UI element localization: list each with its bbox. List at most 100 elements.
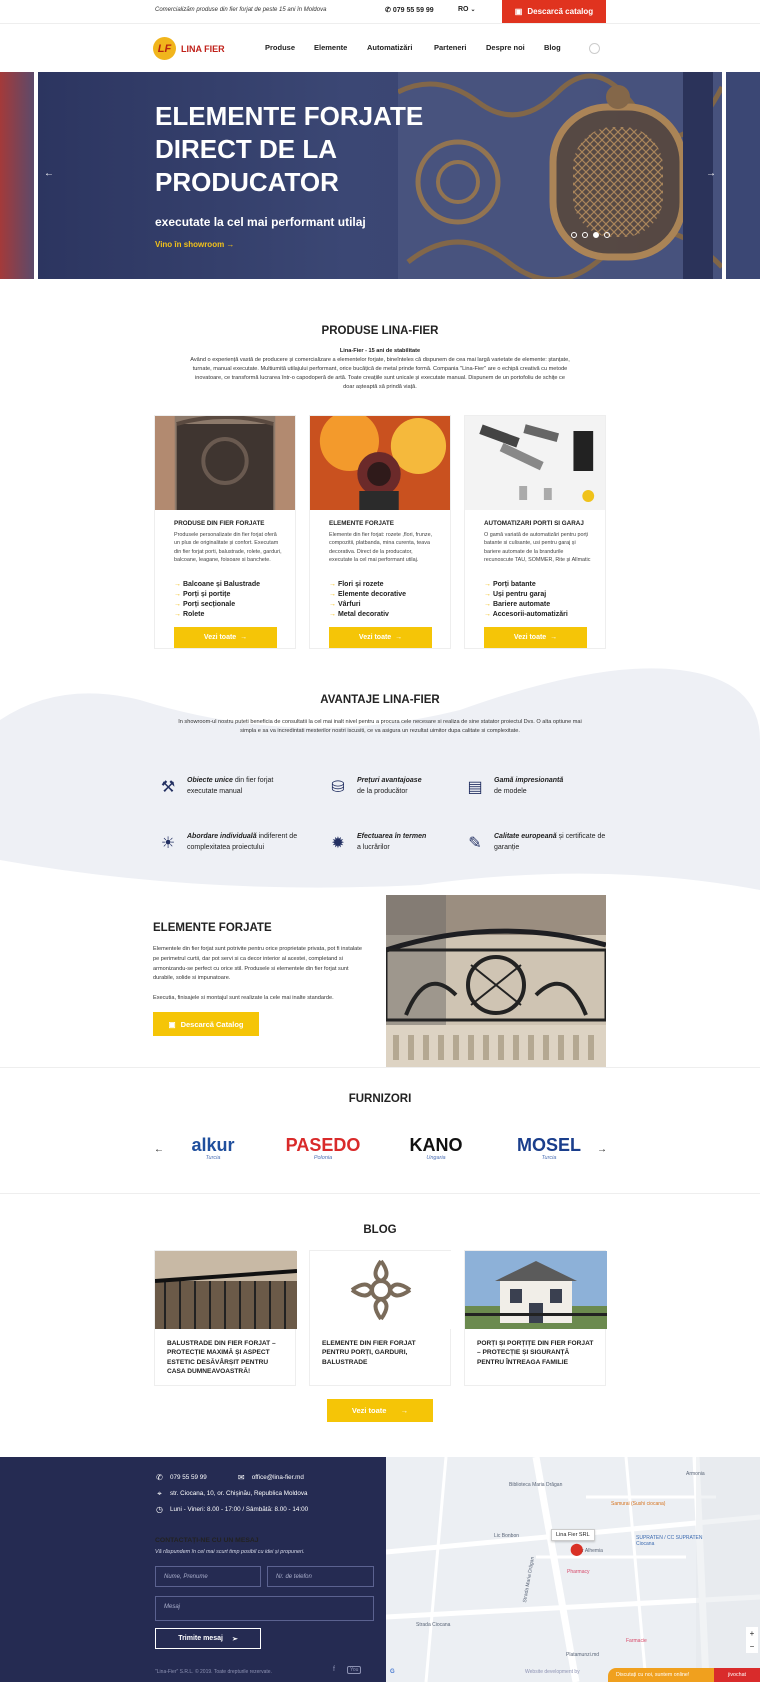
supplier-logo[interactable]: MOSEL Turcia: [502, 1135, 596, 1161]
email-icon: ✉: [237, 1473, 245, 1482]
google-map[interactable]: Biblioteca Maria Drăgan Armonia Samurai …: [386, 1457, 760, 1682]
view-all-button[interactable]: Vezi toate →: [484, 627, 587, 648]
product-card: ELEMENTE FORJATE Elemente din fier forja…: [309, 411, 451, 649]
nav-parteneri[interactable]: Parteneri: [434, 43, 486, 52]
hero-slider: ELEMENTE FORJATE DIRECT DE LA PRODUCATOR…: [38, 72, 722, 279]
hero-next-slide-peek: [726, 72, 760, 279]
list-item[interactable]: Vârfuri: [329, 600, 406, 610]
card-list: Porți batante Uși pentru garaj Bariere a…: [484, 580, 568, 620]
products-title: PRODUSE LINA-FIER: [321, 325, 439, 337]
blog-card[interactable]: ELEMENTE DIN FIER FORJAT PENTRU PORȚI, G…: [309, 1250, 452, 1386]
tagline: Comercializăm produse din fier forjat de…: [155, 7, 327, 13]
nav-despre-noi[interactable]: Despre noi: [486, 43, 544, 52]
send-message-button[interactable]: Trimite mesaj ➢: [155, 1628, 261, 1649]
hero-prev-slide-peek: [0, 72, 34, 279]
search-icon[interactable]: [589, 43, 600, 54]
chevron-down-icon: ⌄: [470, 7, 476, 13]
hero-title: ELEMENTE FORJATE DIRECT DE LA PRODUCATOR: [155, 101, 424, 197]
language-select[interactable]: RO ⌄: [458, 6, 475, 13]
phone-input[interactable]: Nr. de telefon: [267, 1566, 374, 1587]
download-catalog-button[interactable]: ▣ Descarcă catalog: [502, 0, 606, 23]
main-nav: Produse Elemente Automatizări Parteneri …: [265, 43, 561, 52]
list-item[interactable]: Porți secționale: [174, 600, 260, 610]
card-description: Produsele personalizate din fier forjat …: [174, 532, 282, 564]
card-list: Balcoane și Balustrade Porți și portițe …: [174, 580, 260, 620]
product-card: PRODUSE DIN FIER FORJATE Produsele perso…: [154, 415, 296, 649]
blog-title: BLOG: [363, 1224, 397, 1236]
blog-card[interactable]: BALUSTRADE DIN FIER FORJAT – PROTECȚIE M…: [154, 1250, 298, 1386]
advantage-item: ✹ Efectuarea în termen a lucrărilor: [328, 832, 473, 854]
list-item[interactable]: Accesorii-automatizări: [484, 610, 568, 620]
phone-link[interactable]: ✆ 079 55 59 99: [385, 6, 434, 14]
advantage-item: ✎ Calitate europeană și certificate de g…: [465, 832, 610, 854]
nav-automatizari[interactable]: Automatizări: [367, 43, 434, 52]
top-bar: Comercializăm produse din fier forjat de…: [0, 0, 760, 24]
product-image: [465, 416, 605, 510]
view-all-button[interactable]: Vezi toate →: [174, 627, 277, 648]
page: Comercializăm produse din fier forjat de…: [0, 0, 760, 1682]
product-card: AUTOMATIZARI PORTI SI GARAJ O gamă varia…: [464, 415, 606, 649]
blog-image: [310, 1251, 452, 1329]
slider-next-arrow-icon[interactable]: →: [706, 168, 716, 179]
website-dev-credit: Website development by: [525, 1669, 580, 1675]
logo-mark: LF: [153, 37, 176, 60]
list-item[interactable]: Uși pentru garaj: [484, 590, 568, 600]
card-description: Elemente din fier forjat: rozete ,flori,…: [329, 532, 433, 564]
hero-showroom-link[interactable]: Vino în showroom →: [155, 240, 234, 249]
youtube-icon[interactable]: You: [347, 1666, 362, 1674]
list-item[interactable]: Elemente decorative: [329, 590, 406, 600]
nav-produse[interactable]: Produse: [265, 43, 314, 52]
arrow-right-icon: →: [395, 634, 403, 641]
arrow-right-icon: →: [550, 634, 558, 641]
footer-email[interactable]: office@lina-fier.md: [252, 1474, 304, 1481]
nav-blog[interactable]: Blog: [544, 43, 561, 52]
logo[interactable]: LF LINA FIER: [153, 37, 225, 60]
zoom-controls[interactable]: + −: [746, 1627, 758, 1653]
catalog-icon: ▣: [168, 1019, 176, 1029]
blog-post-title: BALUSTRADE DIN FIER FORJAT – PROTECȚIE M…: [167, 1340, 276, 1376]
supplier-logo[interactable]: KANO Ungaria: [404, 1135, 468, 1161]
footer-address: ⌖ str. Ciocana, 10, or. Chișinău, Republi…: [155, 1488, 307, 1498]
download-catalog-button[interactable]: ▣ Descarcă Catalog: [153, 1012, 259, 1036]
facebook-icon[interactable]: f: [333, 1666, 335, 1673]
slider-dot-3[interactable]: [593, 232, 599, 238]
copyright: "Lina-Fier" S.R.L. © 2019. Toate dreptur…: [155, 1669, 272, 1675]
list-item[interactable]: Porți batante: [484, 580, 568, 590]
list-item[interactable]: Balcoane și Balustrade: [174, 580, 260, 590]
arrow-right-icon: →: [240, 634, 248, 641]
blog-post-title: PORȚI ȘI PORȚIȚE DIN FIER FORJAT – PROTE…: [477, 1340, 594, 1366]
card-description: O gamă variată de automatizări pentru po…: [484, 532, 591, 564]
list-item[interactable]: Porți și portițe: [174, 590, 260, 600]
supplier-logo[interactable]: alkur Turcia: [178, 1135, 248, 1161]
products-intro: Având o experiență vastă de producere și…: [190, 357, 570, 390]
nav-elemente[interactable]: Elemente: [314, 43, 367, 52]
chat-prompt: Discutați cu noi, suntem online!: [616, 1672, 690, 1678]
product-image: [155, 415, 295, 510]
logo-text: LINA FIER: [181, 43, 225, 54]
slider-prev-arrow-icon[interactable]: ←: [44, 168, 54, 179]
map-pin-label[interactable]: Lina Fier SRL: [551, 1529, 595, 1541]
supplier-logo[interactable]: PASEDO Polonia: [270, 1135, 376, 1161]
map-pin-icon[interactable]: ⬤: [570, 1542, 583, 1556]
slider-dot-4[interactable]: [604, 232, 610, 238]
chat-widget[interactable]: Discutați cu noi, suntem online! jivocha…: [608, 1668, 760, 1682]
list-item[interactable]: Bariere automate: [484, 600, 568, 610]
footer-phone[interactable]: ✆ 079 55 59 99 ✉ office@lina-fier.md: [155, 1473, 304, 1482]
blog-image: [154, 1251, 298, 1329]
view-all-button[interactable]: Vezi toate →: [329, 627, 432, 648]
slider-dot-1[interactable]: [571, 232, 577, 238]
slider-dot-2[interactable]: [582, 232, 588, 238]
list-item[interactable]: Metal decorativ: [329, 610, 406, 620]
suppliers-prev-arrow-icon[interactable]: ←: [154, 1144, 164, 1155]
location-pin-icon: ⌖: [157, 1488, 162, 1498]
arrow-right-icon: →: [400, 1406, 409, 1415]
list-item[interactable]: Flori și rozete: [329, 580, 406, 590]
person-idea-icon: ☀: [160, 835, 176, 852]
contact-form-subtitle: Vă răspundem în cel mai scurt timp posib…: [155, 1549, 305, 1555]
message-input[interactable]: Mesaj: [155, 1596, 374, 1621]
suppliers-next-arrow-icon[interactable]: →: [597, 1144, 607, 1155]
blog-card[interactable]: PORȚI ȘI PORȚIȚE DIN FIER FORJAT – PROTE…: [464, 1250, 607, 1386]
blog-view-all-button[interactable]: Vezi toate →: [327, 1399, 433, 1422]
name-input[interactable]: Nume, Prenume: [155, 1566, 261, 1587]
list-item[interactable]: Rolete: [174, 610, 260, 620]
